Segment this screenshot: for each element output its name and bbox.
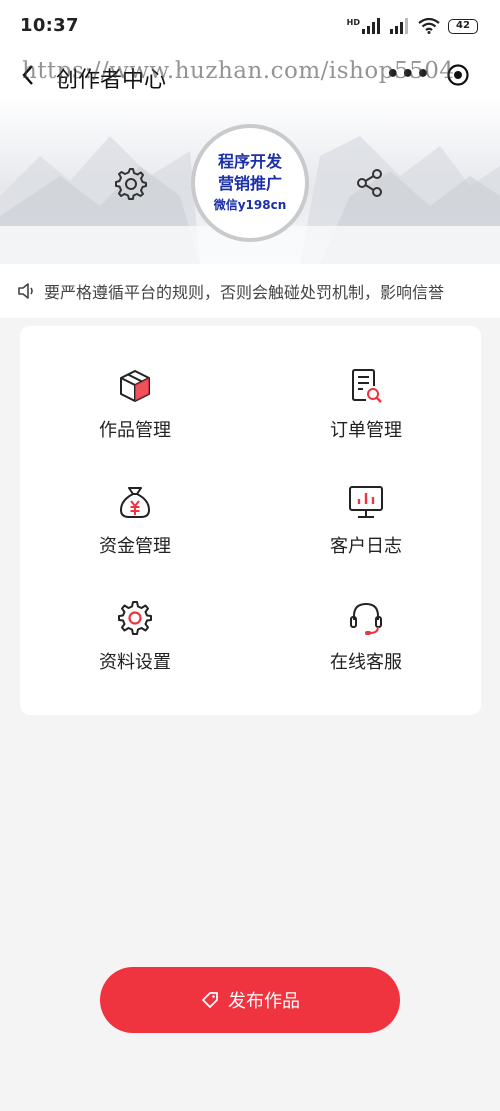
chevron-left-icon xyxy=(22,65,33,85)
notice-text: 要严格遵循平台的规则，否则会触碰处罚机制，影响信誉 xyxy=(44,283,445,302)
wifi-icon xyxy=(418,18,440,34)
back-button[interactable] xyxy=(16,60,40,90)
menu-item-works[interactable]: 作品管理 xyxy=(55,366,215,466)
page-title: 创作者中心 xyxy=(56,68,167,93)
menu-label: 在线客服 xyxy=(330,652,402,673)
menu-item-orders[interactable]: 订单管理 xyxy=(286,366,446,466)
speaker-icon xyxy=(18,283,33,299)
notice-bar: 要严格遵循平台的规则，否则会触碰处罚机制，影响信誉 xyxy=(0,264,500,318)
mini-program-capsule: ••• xyxy=(378,58,478,92)
order-search-icon xyxy=(352,369,382,403)
tag-icon xyxy=(202,992,218,1008)
cellular-signal-icon xyxy=(362,18,380,34)
share-icon xyxy=(357,169,382,197)
menu-item-online-service[interactable]: 在线客服 xyxy=(286,598,446,698)
status-time: 10:37 xyxy=(20,15,79,36)
settings-button[interactable] xyxy=(112,165,148,201)
promo-line-2: 营销推广 xyxy=(217,174,282,193)
money-bag-icon xyxy=(119,487,151,518)
more-button[interactable]: ••• xyxy=(386,64,431,86)
monitor-chart-icon xyxy=(349,486,383,518)
promo-line-3: 微信y198cn xyxy=(213,198,287,212)
gear-icon xyxy=(118,601,152,635)
status-bar: 10:37 HD 42 xyxy=(0,0,500,56)
menu-label: 作品管理 xyxy=(99,420,171,441)
menu-card: 作品管理 订单管理 资金管理 客户日志 资料设置 在线客服 xyxy=(20,326,481,715)
headset-icon xyxy=(350,602,382,635)
network-label: HD xyxy=(346,18,360,27)
publish-label: 发布作品 xyxy=(228,991,300,1012)
status-icons: HD 42 xyxy=(347,18,478,34)
avatar[interactable]: 程序开发 营销推广 微信y198cn xyxy=(191,124,309,242)
menu-item-customer-log[interactable]: 客户日志 xyxy=(286,482,446,582)
menu-label: 资料设置 xyxy=(99,652,171,673)
close-target-icon[interactable] xyxy=(446,63,470,87)
menu-label: 资金管理 xyxy=(99,536,171,557)
cube-icon xyxy=(120,370,150,402)
menu-item-profile-settings[interactable]: 资料设置 xyxy=(55,598,215,698)
nav-bar: 创作者中心 ••• xyxy=(0,56,500,96)
gear-icon xyxy=(115,168,147,200)
publish-button[interactable]: 发布作品 xyxy=(100,967,400,1033)
promo-line-1: 程序开发 xyxy=(217,152,282,171)
battery-icon: 42 xyxy=(448,18,478,34)
menu-label: 客户日志 xyxy=(330,536,402,557)
cellular-signal-2-icon xyxy=(390,18,408,34)
share-button[interactable] xyxy=(352,165,388,201)
menu-label: 订单管理 xyxy=(330,420,402,441)
menu-item-funds[interactable]: 资金管理 xyxy=(55,482,215,582)
